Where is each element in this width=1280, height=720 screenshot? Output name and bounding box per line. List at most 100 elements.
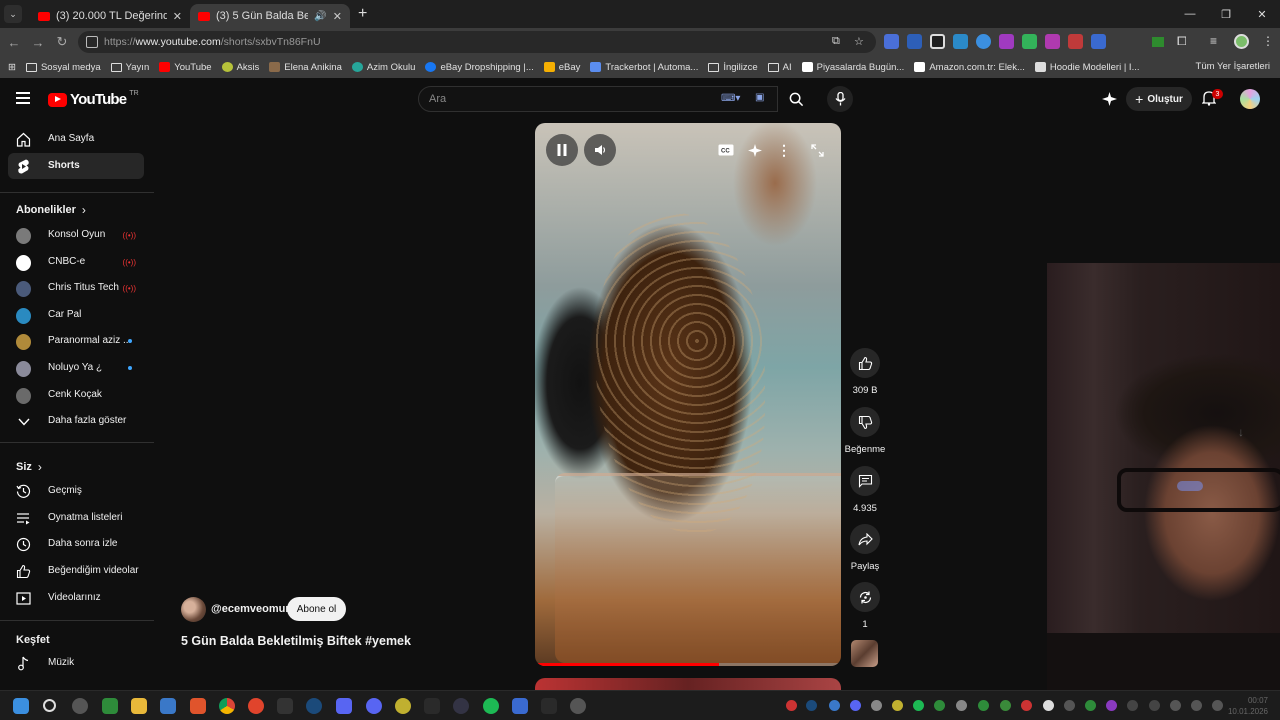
- next-short-preview[interactable]: [535, 678, 841, 690]
- app-icon[interactable]: [570, 698, 586, 714]
- dislike-button[interactable]: [850, 407, 880, 437]
- tray-icon[interactable]: [892, 700, 903, 711]
- sidebar-item-shorts[interactable]: Shorts: [8, 153, 144, 179]
- tray-icon[interactable]: [1149, 700, 1160, 711]
- search-icon[interactable]: [43, 699, 56, 712]
- show-more-button[interactable]: Daha fazla göster: [8, 408, 144, 434]
- close-tab-icon[interactable]: ✕: [173, 10, 182, 23]
- taskbar-clock[interactable]: 00:07 10.01.2026: [1228, 695, 1268, 717]
- sidebar-item-music[interactable]: Müzik: [8, 650, 144, 676]
- tray-icon[interactable]: [934, 700, 945, 711]
- subscription-item[interactable]: CNBC-e ((•)): [8, 249, 144, 275]
- audio-playing-icon[interactable]: 🔊: [314, 11, 326, 22]
- subscription-item[interactable]: Cenk Koçak: [8, 382, 144, 408]
- pause-button[interactable]: [546, 134, 578, 166]
- bookmark-item[interactable]: Sosyal medya: [25, 62, 101, 73]
- bookmark-item[interactable]: Amazon.com.tr: Elek...: [914, 62, 1025, 73]
- subscription-item[interactable]: Konsol Oyun ((•)): [8, 222, 144, 248]
- extension-icon[interactable]: [930, 34, 945, 49]
- new-tab-button[interactable]: +: [358, 5, 367, 23]
- tray-icon[interactable]: [956, 700, 967, 711]
- bookmark-item[interactable]: Azim Okulu: [351, 62, 415, 73]
- forward-button[interactable]: →: [26, 35, 50, 50]
- close-window-button[interactable]: ✕: [1244, 0, 1280, 28]
- tray-microphone-icon[interactable]: [1170, 700, 1181, 711]
- comments-action[interactable]: 4.935: [844, 466, 886, 514]
- tray-icon[interactable]: [829, 700, 840, 711]
- bookmark-item[interactable]: Piyasalarda Bugün...: [801, 62, 904, 73]
- ai-summary-button[interactable]: [742, 139, 768, 161]
- app-icon[interactable]: [512, 698, 528, 714]
- sidebar-item-watch-later[interactable]: Daha sonra izle: [8, 531, 144, 557]
- bookmark-item[interactable]: eBay: [543, 62, 580, 73]
- extension-icon[interactable]: [999, 34, 1014, 49]
- volume-button[interactable]: [584, 134, 616, 166]
- subscriptions-heading[interactable]: Abonelikler ›: [16, 203, 86, 217]
- chrome-icon[interactable]: [219, 698, 235, 714]
- search-input[interactable]: Ara ⌨▾ ▣: [418, 86, 778, 112]
- tray-icon[interactable]: [1000, 700, 1011, 711]
- screen-search-icon[interactable]: ▣: [755, 92, 764, 103]
- extension-icon[interactable]: [907, 34, 922, 49]
- search-button[interactable]: [777, 86, 815, 112]
- app-icon[interactable]: [453, 698, 469, 714]
- like-action[interactable]: 309 B: [844, 348, 886, 396]
- shorts-video-player[interactable]: CC ⋮: [535, 123, 841, 666]
- bookmark-item[interactable]: Trackerbot | Automa...: [590, 62, 698, 73]
- tab-search-button[interactable]: ⌄: [4, 5, 22, 23]
- start-menu-icon[interactable]: [13, 698, 29, 714]
- app-icon[interactable]: [248, 698, 264, 714]
- cast-icon[interactable]: ⧉: [832, 35, 840, 48]
- you-heading[interactable]: Siz ›: [16, 460, 42, 474]
- sidebar-item-history[interactable]: Geçmiş: [8, 478, 144, 504]
- apps-grid-icon[interactable]: ⊞: [8, 62, 16, 73]
- tray-icon[interactable]: [1043, 700, 1054, 711]
- tray-icon[interactable]: [1021, 700, 1032, 711]
- dislike-action[interactable]: Beğenme: [844, 407, 886, 455]
- sidebar-item-liked-videos[interactable]: Beğendiğim videolar: [8, 558, 144, 584]
- browser-tab-1[interactable]: (3) 20.000 TL Değerinde Gizli Bi ✕: [30, 4, 190, 28]
- app-icon[interactable]: [336, 698, 352, 714]
- browser-menu-icon[interactable]: ⋮: [1262, 34, 1274, 48]
- sidebar-item-home[interactable]: Ana Sayfa: [8, 126, 144, 152]
- extensions-puzzle-icon[interactable]: ⧠: [1177, 34, 1187, 49]
- extension-icon[interactable]: [1152, 37, 1164, 47]
- tray-volume-icon[interactable]: [1212, 700, 1223, 711]
- spotify-icon[interactable]: [483, 698, 499, 714]
- sound-source-thumbnail[interactable]: [851, 640, 878, 667]
- remix-action[interactable]: 1: [844, 582, 886, 630]
- extension-icon[interactable]: [1045, 34, 1060, 49]
- bookmark-item[interactable]: Elena Anikina: [269, 62, 342, 73]
- tray-icon[interactable]: [1127, 700, 1138, 711]
- bookmark-item[interactable]: Aksis: [221, 62, 259, 73]
- bookmark-item[interactable]: YouTube: [159, 62, 212, 73]
- tray-icon[interactable]: [786, 700, 797, 711]
- channel-avatar[interactable]: [181, 597, 206, 622]
- subscribe-button[interactable]: Abone ol: [287, 597, 346, 621]
- tray-wifi-icon[interactable]: [1191, 700, 1202, 711]
- bookmark-item[interactable]: Hoodie Modelleri | I...: [1034, 62, 1139, 73]
- tray-discord-icon[interactable]: [850, 700, 861, 711]
- subscription-item[interactable]: Noluyo Ya ¿: [8, 355, 144, 381]
- subscription-item[interactable]: Car Pal: [8, 302, 144, 328]
- hamburger-menu-icon[interactable]: [16, 92, 30, 107]
- extension-icon[interactable]: [1022, 34, 1037, 49]
- keyboard-icon[interactable]: ⌨▾: [721, 93, 740, 104]
- scroll-down-icon[interactable]: ↓: [1238, 425, 1244, 439]
- browser-tab-2[interactable]: (3) 5 Gün Balda Bekletilmiş 🔊 ✕: [190, 4, 350, 28]
- tray-icon[interactable]: [1085, 700, 1096, 711]
- fullscreen-button[interactable]: [804, 139, 830, 161]
- sidebar-item-your-videos[interactable]: Videolarınız: [8, 585, 144, 611]
- like-button[interactable]: [850, 348, 880, 378]
- channel-handle[interactable]: @ecemveomur: [211, 603, 290, 615]
- bookmark-item[interactable]: Yayın: [110, 62, 149, 73]
- address-bar[interactable]: https://www.youtube.com/shorts/sxbvTn86F…: [78, 31, 876, 53]
- comments-button[interactable]: [850, 466, 880, 496]
- extension-icon[interactable]: [976, 34, 991, 49]
- minimize-button[interactable]: —: [1172, 0, 1208, 28]
- bookmark-item[interactable]: eBay Dropshipping |...: [425, 62, 534, 73]
- create-button[interactable]: + Oluştur: [1126, 87, 1192, 111]
- reading-list-icon[interactable]: ≡: [1210, 34, 1217, 48]
- tray-steam-icon[interactable]: [806, 700, 817, 711]
- bookmark-star-icon[interactable]: ☆: [854, 35, 864, 48]
